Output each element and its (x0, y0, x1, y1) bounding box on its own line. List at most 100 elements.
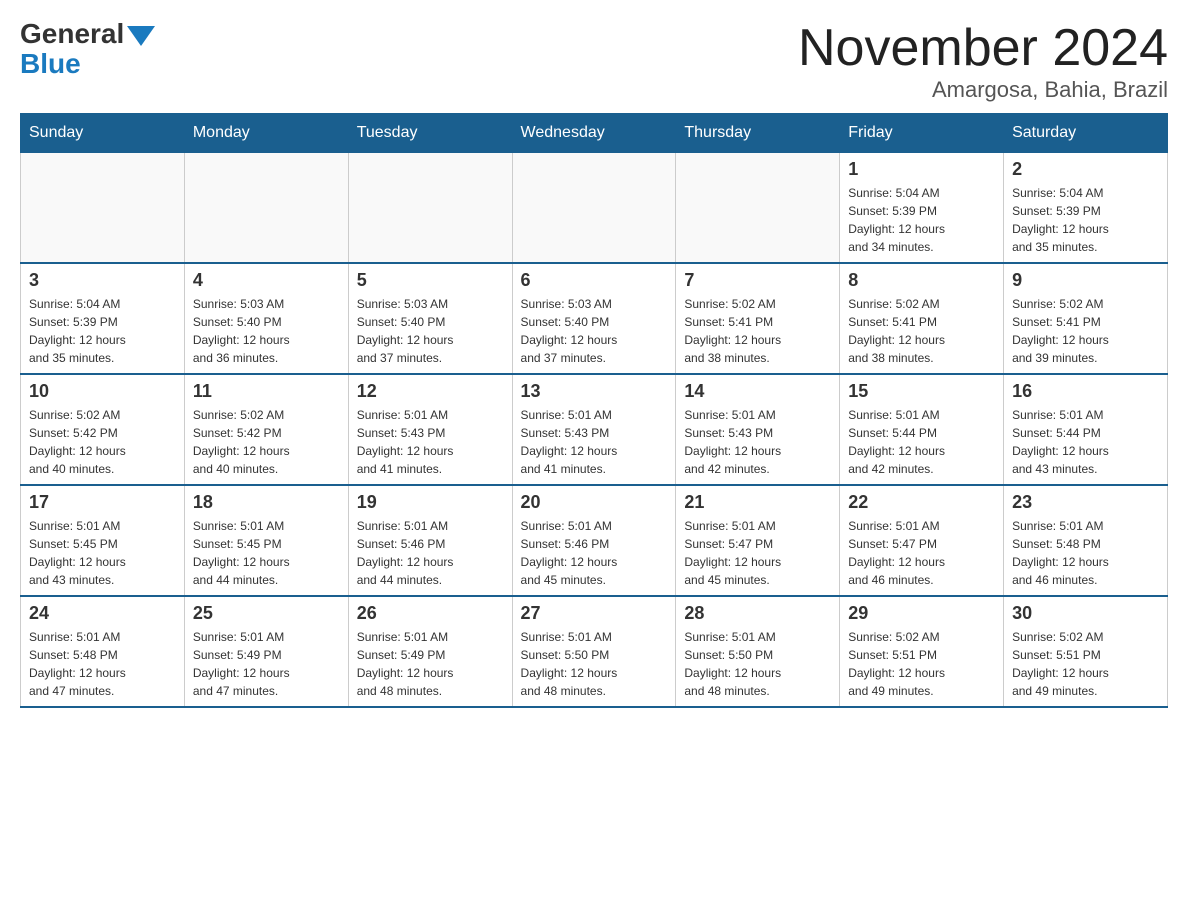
calendar-body: 1 Sunrise: 5:04 AM Sunset: 5:39 PM Daylig… (21, 153, 1168, 708)
title-area: November 2024 Amargosa, Bahia, Brazil (798, 20, 1168, 103)
calendar-week-row: 1 Sunrise: 5:04 AM Sunset: 5:39 PM Daylig… (21, 153, 1168, 264)
day-number: 30 (1012, 603, 1159, 624)
subtitle: Amargosa, Bahia, Brazil (798, 77, 1168, 103)
day-number: 28 (684, 603, 831, 624)
day-info: Sunrise: 5:02 AM Sunset: 5:51 PM Dayligh… (848, 628, 995, 700)
logo-blue-text: Blue (20, 48, 81, 79)
day-number: 7 (684, 270, 831, 291)
calendar-cell: 19 Sunrise: 5:01 AM Sunset: 5:46 PM Dayli… (348, 485, 512, 596)
day-number: 18 (193, 492, 340, 513)
calendar-cell: 24 Sunrise: 5:01 AM Sunset: 5:48 PM Dayli… (21, 596, 185, 707)
day-info: Sunrise: 5:01 AM Sunset: 5:43 PM Dayligh… (357, 406, 504, 478)
day-of-week-header: Saturday (1004, 114, 1168, 153)
day-number: 16 (1012, 381, 1159, 402)
day-number: 22 (848, 492, 995, 513)
page-title: November 2024 (798, 20, 1168, 77)
day-number: 15 (848, 381, 995, 402)
day-info: Sunrise: 5:01 AM Sunset: 5:47 PM Dayligh… (684, 517, 831, 589)
day-info: Sunrise: 5:01 AM Sunset: 5:44 PM Dayligh… (1012, 406, 1159, 478)
calendar-cell: 3 Sunrise: 5:04 AM Sunset: 5:39 PM Daylig… (21, 263, 185, 374)
day-number: 9 (1012, 270, 1159, 291)
calendar-cell: 21Sunrise: 5:01 AM Sunset: 5:47 PM Dayli… (676, 485, 840, 596)
calendar-cell: 11Sunrise: 5:02 AM Sunset: 5:42 PM Dayli… (184, 374, 348, 485)
day-number: 6 (521, 270, 668, 291)
day-info: Sunrise: 5:01 AM Sunset: 5:43 PM Dayligh… (684, 406, 831, 478)
day-of-week-header: Sunday (21, 114, 185, 153)
day-info: Sunrise: 5:02 AM Sunset: 5:41 PM Dayligh… (1012, 295, 1159, 367)
day-info: Sunrise: 5:02 AM Sunset: 5:41 PM Dayligh… (848, 295, 995, 367)
calendar-cell: 14 Sunrise: 5:01 AM Sunset: 5:43 PM Dayli… (676, 374, 840, 485)
day-info: Sunrise: 5:01 AM Sunset: 5:50 PM Dayligh… (684, 628, 831, 700)
calendar-cell: 28 Sunrise: 5:01 AM Sunset: 5:50 PM Dayli… (676, 596, 840, 707)
day-info: Sunrise: 5:01 AM Sunset: 5:50 PM Dayligh… (521, 628, 668, 700)
day-number: 19 (357, 492, 504, 513)
day-number: 2 (1012, 159, 1159, 180)
calendar-cell: 23 Sunrise: 5:01 AM Sunset: 5:48 PM Dayli… (1004, 485, 1168, 596)
logo-general-text: General (20, 20, 124, 48)
calendar-cell: 25 Sunrise: 5:01 AM Sunset: 5:49 PM Dayli… (184, 596, 348, 707)
day-number: 29 (848, 603, 995, 624)
calendar-cell: 2Sunrise: 5:04 AM Sunset: 5:39 PM Daylig… (1004, 153, 1168, 264)
day-info: Sunrise: 5:01 AM Sunset: 5:45 PM Dayligh… (193, 517, 340, 589)
calendar-cell: 22 Sunrise: 5:01 AM Sunset: 5:47 PM Dayli… (840, 485, 1004, 596)
calendar-cell (348, 153, 512, 264)
day-number: 27 (521, 603, 668, 624)
day-of-week-header: Tuesday (348, 114, 512, 153)
calendar-week-row: 17Sunrise: 5:01 AM Sunset: 5:45 PM Dayli… (21, 485, 1168, 596)
day-info: Sunrise: 5:01 AM Sunset: 5:47 PM Dayligh… (848, 517, 995, 589)
day-info: Sunrise: 5:02 AM Sunset: 5:42 PM Dayligh… (29, 406, 176, 478)
day-of-week-header: Thursday (676, 114, 840, 153)
calendar-cell: 5 Sunrise: 5:03 AM Sunset: 5:40 PM Daylig… (348, 263, 512, 374)
day-number: 8 (848, 270, 995, 291)
calendar-cell (676, 153, 840, 264)
day-info: Sunrise: 5:03 AM Sunset: 5:40 PM Dayligh… (193, 295, 340, 367)
calendar-cell: 29 Sunrise: 5:02 AM Sunset: 5:51 PM Dayli… (840, 596, 1004, 707)
calendar-cell (21, 153, 185, 264)
day-number: 3 (29, 270, 176, 291)
day-info: Sunrise: 5:01 AM Sunset: 5:48 PM Dayligh… (1012, 517, 1159, 589)
day-number: 14 (684, 381, 831, 402)
day-info: Sunrise: 5:03 AM Sunset: 5:40 PM Dayligh… (357, 295, 504, 367)
day-number: 25 (193, 603, 340, 624)
day-number: 1 (848, 159, 995, 180)
calendar-cell: 4Sunrise: 5:03 AM Sunset: 5:40 PM Daylig… (184, 263, 348, 374)
header: General Blue November 2024 Amargosa, Bah… (20, 20, 1168, 103)
day-number: 10 (29, 381, 176, 402)
day-number: 20 (521, 492, 668, 513)
day-info: Sunrise: 5:01 AM Sunset: 5:46 PM Dayligh… (357, 517, 504, 589)
day-number: 5 (357, 270, 504, 291)
calendar-cell: 17Sunrise: 5:01 AM Sunset: 5:45 PM Dayli… (21, 485, 185, 596)
day-info: Sunrise: 5:01 AM Sunset: 5:48 PM Dayligh… (29, 628, 176, 700)
day-of-week-header: Monday (184, 114, 348, 153)
calendar-cell: 13Sunrise: 5:01 AM Sunset: 5:43 PM Dayli… (512, 374, 676, 485)
calendar-cell: 9 Sunrise: 5:02 AM Sunset: 5:41 PM Daylig… (1004, 263, 1168, 374)
day-info: Sunrise: 5:04 AM Sunset: 5:39 PM Dayligh… (29, 295, 176, 367)
calendar-cell: 30Sunrise: 5:02 AM Sunset: 5:51 PM Dayli… (1004, 596, 1168, 707)
day-number: 23 (1012, 492, 1159, 513)
calendar-cell: 20Sunrise: 5:01 AM Sunset: 5:46 PM Dayli… (512, 485, 676, 596)
logo: General Blue (20, 20, 158, 80)
day-number: 11 (193, 381, 340, 402)
day-info: Sunrise: 5:01 AM Sunset: 5:49 PM Dayligh… (193, 628, 340, 700)
calendar-cell (512, 153, 676, 264)
calendar-cell: 10 Sunrise: 5:02 AM Sunset: 5:42 PM Dayli… (21, 374, 185, 485)
day-of-week-header: Wednesday (512, 114, 676, 153)
day-of-week-header: Friday (840, 114, 1004, 153)
calendar-week-row: 3 Sunrise: 5:04 AM Sunset: 5:39 PM Daylig… (21, 263, 1168, 374)
day-number: 24 (29, 603, 176, 624)
calendar-cell: 1 Sunrise: 5:04 AM Sunset: 5:39 PM Daylig… (840, 153, 1004, 264)
calendar-cell: 7Sunrise: 5:02 AM Sunset: 5:41 PM Daylig… (676, 263, 840, 374)
day-number: 12 (357, 381, 504, 402)
calendar-cell: 16 Sunrise: 5:01 AM Sunset: 5:44 PM Dayli… (1004, 374, 1168, 485)
calendar-cell: 12 Sunrise: 5:01 AM Sunset: 5:43 PM Dayli… (348, 374, 512, 485)
day-info: Sunrise: 5:04 AM Sunset: 5:39 PM Dayligh… (848, 184, 995, 256)
day-number: 26 (357, 603, 504, 624)
day-number: 13 (521, 381, 668, 402)
calendar-cell: 15 Sunrise: 5:01 AM Sunset: 5:44 PM Dayli… (840, 374, 1004, 485)
day-info: Sunrise: 5:03 AM Sunset: 5:40 PM Dayligh… (521, 295, 668, 367)
calendar-cell: 8 Sunrise: 5:02 AM Sunset: 5:41 PM Daylig… (840, 263, 1004, 374)
calendar-week-row: 10 Sunrise: 5:02 AM Sunset: 5:42 PM Dayli… (21, 374, 1168, 485)
logo-triangle-icon (127, 26, 155, 46)
calendar-cell: 27 Sunrise: 5:01 AM Sunset: 5:50 PM Dayli… (512, 596, 676, 707)
day-info: Sunrise: 5:01 AM Sunset: 5:44 PM Dayligh… (848, 406, 995, 478)
